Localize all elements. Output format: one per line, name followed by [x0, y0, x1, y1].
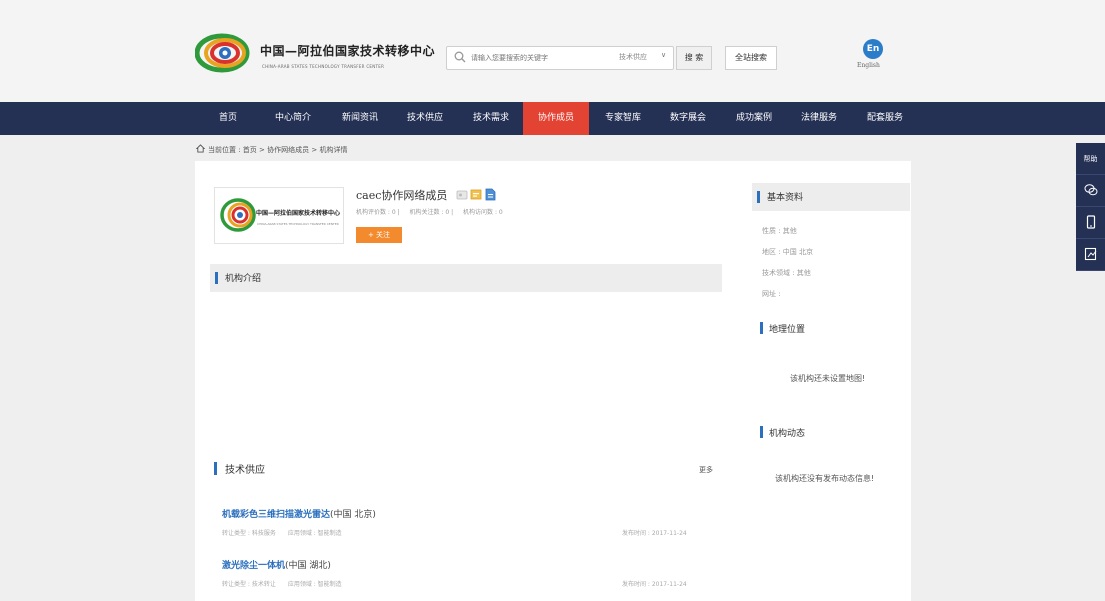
wechat-icon[interactable] — [1076, 175, 1105, 207]
org-follow-count: 机构关注数 : 0 | — [409, 209, 454, 216]
org-intro-header: 机构介绍 — [210, 264, 722, 292]
nav-item-experts[interactable]: 专家智库 — [594, 102, 652, 135]
info-tech-field: 技术领域 : 其他 — [762, 269, 811, 277]
tech-supply-title: 技术供应 — [225, 465, 265, 476]
main-nav: 首页 中心简介 新闻资讯 技术供应 技术需求 协作成员 专家智库 数字展会 成功… — [0, 102, 1105, 135]
search-input[interactable] — [471, 50, 599, 66]
news-title: 机构动态 — [769, 429, 806, 439]
tech-supply-header: 技术供应 — [214, 461, 265, 476]
tech-item-field: 应用领域 : 智能制造 — [287, 581, 342, 588]
tech-item-location: (中国 北京) — [330, 510, 376, 520]
org-visit-count: 机构访问数 : 0 — [463, 209, 503, 216]
info-website: 网址 : — [762, 290, 781, 298]
org-logo: 中国—阿拉伯国家技术转移中心 CHINA-ARAB STATES TECHNOL… — [214, 187, 344, 244]
tech-item-date: 发布时间 : 2017-11-24 — [622, 530, 687, 537]
org-logo-subtitle: CHINA-ARAB STATES TECHNOLOGY TRANSFER CE… — [257, 222, 339, 226]
basic-info-title: 基本资料 — [767, 193, 804, 203]
global-search-button[interactable]: 全站搜索 — [725, 46, 777, 70]
site-header: 中国—阿拉伯国家技术转移中心 CHINA-ARAB STATES TECHNOL… — [0, 0, 1105, 102]
list-item-title[interactable]: 机载彩色三维扫描激光雷达(中国 北京) — [222, 507, 376, 520]
news-header: 机构动态 — [760, 426, 805, 439]
info-nature: 性质 : 其他 — [762, 227, 797, 235]
tech-item-type: 转让类型 : 技术转让 — [222, 581, 276, 588]
nav-item-news[interactable]: 新闻资讯 — [331, 102, 389, 135]
logo-title-cn[interactable]: 中国—阿拉伯国家技术转移中心 — [260, 42, 435, 59]
logo-title-en: CHINA-ARAB STATES TECHNOLOGY TRANSFER CE… — [262, 64, 385, 69]
nav-item-about[interactable]: 中心简介 — [264, 102, 322, 135]
org-rating-count: 机构评价数 : 0 | — [356, 209, 400, 216]
info-region: 地区 : 中国 北京 — [762, 248, 814, 256]
floating-toolbar: 帮助 — [1076, 143, 1105, 271]
section-marker — [214, 462, 217, 475]
org-badges — [456, 186, 498, 205]
mobile-icon[interactable] — [1076, 207, 1105, 239]
nav-item-support[interactable]: 配套服务 — [856, 102, 914, 135]
location-message: 该机构还未设置地图! — [790, 374, 866, 383]
more-link[interactable]: 更多 — [699, 465, 713, 475]
follow-button[interactable]: + 关注 — [356, 227, 402, 243]
list-item-meta: 转让类型 : 技术转让 应用领域 : 智能制造 — [222, 579, 354, 588]
basic-info-header: 基本资料 — [752, 183, 910, 211]
list-item-title[interactable]: 激光除尘一体机(中国 湖北) — [222, 558, 331, 571]
tech-item-type: 转让类型 : 科技服务 — [222, 530, 276, 537]
section-marker — [757, 191, 760, 203]
nav-item-tech-supply[interactable]: 技术供应 — [396, 102, 454, 135]
logo-icon[interactable] — [195, 33, 253, 73]
nav-item-digital-expo[interactable]: 数字展会 — [659, 102, 717, 135]
news-message: 该机构还没有发布动态信息! — [775, 474, 875, 483]
help-button[interactable]: 帮助 — [1076, 143, 1105, 175]
tech-item-location: (中国 湖北) — [285, 561, 331, 571]
org-logo-title: 中国—阿拉伯国家技术转移中心 — [256, 210, 341, 217]
chevron-down-icon[interactable]: ∨ — [661, 51, 666, 59]
tech-item-field: 应用领域 : 智能制造 — [287, 530, 342, 537]
tech-item-date: 发布时间 : 2017-11-24 — [622, 581, 687, 588]
tech-item-name[interactable]: 机载彩色三维扫描激光雷达 — [222, 510, 330, 520]
breadcrumb: 当前位置 : 首页 > 协作网络成员 > 机构详情 — [196, 144, 347, 155]
org-name: caec协作网络成员 — [356, 189, 448, 202]
tech-item-name[interactable]: 激光除尘一体机 — [222, 561, 285, 571]
search-box: 技术供应 ∨ — [446, 46, 674, 70]
org-logo-icon — [220, 198, 256, 232]
home-icon[interactable] — [196, 144, 205, 153]
share-icon[interactable] — [1076, 239, 1105, 271]
org-stats: 机构评价数 : 0 | 机构关注数 : 0 | 机构访问数 : 0 — [356, 207, 511, 216]
breadcrumb-text[interactable]: 当前位置 : 首页 > 协作网络成员 > 机构详情 — [208, 146, 347, 154]
search-category-select[interactable]: 技术供应 — [619, 52, 647, 62]
section-marker — [215, 272, 218, 284]
nav-item-tech-demand[interactable]: 技术需求 — [462, 102, 520, 135]
nav-item-home[interactable]: 首页 — [207, 102, 249, 135]
section-marker — [760, 426, 763, 438]
language-switch-label[interactable]: English — [857, 62, 880, 69]
document-icon — [484, 186, 496, 201]
search-icon — [454, 51, 466, 63]
certificate-icon — [470, 186, 482, 200]
language-icon[interactable]: En — [863, 39, 883, 59]
member-card-icon — [456, 186, 468, 200]
location-title: 地理位置 — [769, 325, 806, 335]
nav-item-legal[interactable]: 法律服务 — [790, 102, 848, 135]
nav-item-cases[interactable]: 成功案例 — [725, 102, 783, 135]
search-button[interactable]: 搜 索 — [676, 46, 712, 70]
org-intro-title: 机构介绍 — [225, 274, 262, 284]
list-item-meta: 转让类型 : 科技服务 应用领域 : 智能制造 — [222, 528, 354, 537]
location-header: 地理位置 — [760, 322, 805, 335]
section-marker — [760, 322, 763, 334]
nav-item-members[interactable]: 协作成员 — [523, 102, 589, 135]
